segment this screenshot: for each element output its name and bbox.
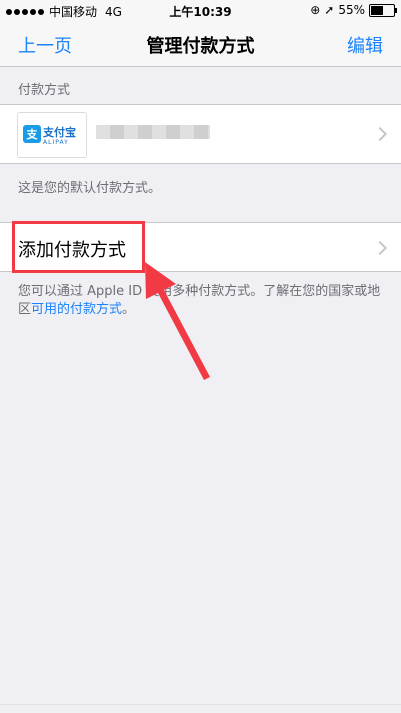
arrow-annotation-icon bbox=[145, 262, 210, 380]
bottom-divider bbox=[0, 704, 401, 705]
